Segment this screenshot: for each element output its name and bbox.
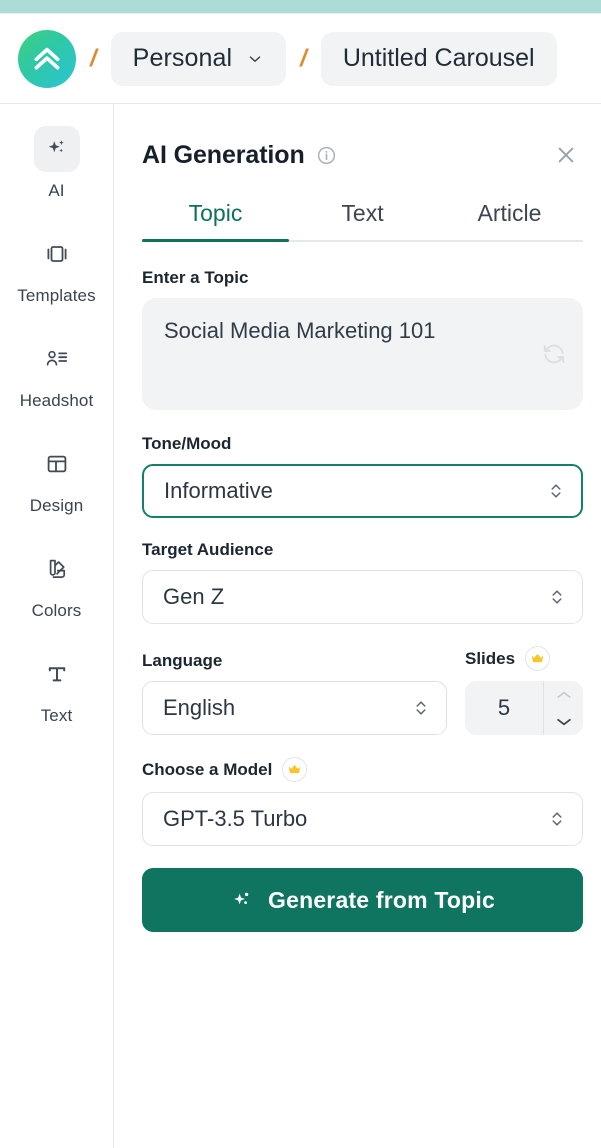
slides-field-label: Slides [465, 648, 516, 668]
close-icon[interactable] [549, 138, 583, 172]
tab-text[interactable]: Text [289, 200, 436, 240]
chevron-up-icon[interactable] [544, 681, 583, 708]
sidebar-item-text[interactable]: Text [0, 651, 113, 726]
tone-field-label: Tone/Mood [142, 434, 232, 453]
topic-input-value: Social Media Marketing 101 [164, 318, 436, 343]
sparkles-icon [230, 888, 254, 912]
sidebar-item-ai[interactable]: AI [0, 126, 113, 201]
header-bar: / Personal / Untitled Carousel [0, 14, 601, 104]
layout-dashboard-icon [34, 441, 80, 487]
model-select[interactable]: GPT-3.5 Turbo [142, 792, 583, 846]
refresh-icon[interactable] [541, 341, 567, 367]
layout-panels-icon [34, 231, 80, 277]
info-circle-icon[interactable] [316, 145, 337, 166]
sidebar-item-templates[interactable]: Templates [0, 231, 113, 306]
tab-label: Article [477, 200, 542, 226]
breadcrumb-workspace-chip[interactable]: Personal [110, 31, 287, 86]
left-tool-rail: AI Templates Headshot Design Colors Text [0, 104, 114, 1148]
audience-select[interactable]: Gen Z [142, 570, 583, 624]
language-slides-row: Language English Slides 5 [142, 646, 583, 735]
sidebar-item-colors[interactable]: Colors [0, 546, 113, 621]
language-field-label: Language [142, 651, 223, 670]
audience-group: Target Audience Gen Z [142, 540, 583, 624]
sparkles-icon [33, 126, 80, 172]
topic-field-label: Enter a Topic [142, 268, 249, 287]
chevron-up-down-icon [547, 480, 565, 502]
crown-icon [282, 757, 308, 782]
user-list-icon [34, 336, 80, 382]
tab-article[interactable]: Article [436, 200, 583, 240]
tab-label: Topic [188, 200, 243, 226]
tone-select-value: Informative [164, 478, 273, 503]
generate-button-label: Generate from Topic [267, 886, 496, 913]
generate-from-topic-button[interactable]: Generate from Topic [142, 868, 583, 932]
audience-select-value: Gen Z [163, 584, 225, 609]
tab-topic[interactable]: Topic [142, 200, 289, 242]
model-select-value: GPT-3.5 Turbo [163, 806, 308, 831]
sidebar-item-design[interactable]: Design [0, 441, 113, 516]
breadcrumb-workspace-label: Personal [132, 44, 233, 72]
tone-select[interactable]: Informative [142, 464, 583, 518]
breadcrumb-document-chip[interactable]: Untitled Carousel [320, 31, 557, 86]
double-chevron-up-logo-icon [34, 47, 60, 70]
top-accent-strip [0, 0, 601, 14]
text-t-icon [34, 651, 80, 697]
sidebar-item-label: AI [48, 181, 65, 200]
language-select-value: English [163, 695, 236, 720]
chevron-down-icon [246, 50, 264, 68]
app-logo[interactable] [18, 29, 76, 88]
breadcrumb-separator-2: / [300, 44, 307, 72]
sidebar-item-label: Headshot [19, 391, 94, 410]
sidebar-item-label: Colors [31, 601, 82, 620]
slides-stepper[interactable]: 5 [465, 681, 583, 735]
topic-input[interactable]: Social Media Marketing 101 [142, 298, 583, 410]
chevron-up-down-icon [548, 808, 566, 830]
slides-group: Slides 5 [465, 646, 583, 735]
tone-group: Tone/Mood Informative [142, 434, 583, 518]
chevron-up-down-icon [412, 697, 430, 719]
slides-field-label-wrap: Slides [465, 646, 583, 671]
page-title: AI Generation [142, 140, 305, 169]
tab-label: Text [341, 200, 384, 226]
model-group: Choose a Model GPT-3.5 Turbo [142, 757, 583, 846]
sidebar-item-label: Design [29, 496, 84, 515]
breadcrumb-separator-1: / [90, 44, 97, 72]
chevron-up-down-icon [548, 586, 566, 608]
sidebar-item-headshot[interactable]: Headshot [0, 336, 113, 411]
sidebar-item-label: Templates [17, 286, 96, 305]
body-container: AI Templates Headshot Design Colors Text… [0, 104, 601, 1148]
app-root: / Personal / Untitled Carousel AI Templa… [0, 0, 601, 1148]
ai-generation-panel: AI Generation Topic Text Article Enter a… [114, 104, 601, 1148]
chevron-down-icon[interactable] [544, 708, 583, 735]
crown-icon [525, 646, 551, 671]
language-select[interactable]: English [142, 681, 447, 735]
sidebar-item-label: Text [40, 706, 73, 725]
audience-field-label: Target Audience [142, 540, 274, 559]
slides-value: 5 [497, 695, 511, 720]
topic-generation-form: Enter a Topic Social Media Marketing 101… [142, 242, 583, 932]
language-group: Language English [142, 651, 447, 735]
panel-header: AI Generation [142, 104, 583, 172]
model-field-label: Choose a Model [142, 759, 273, 779]
breadcrumb-document-label: Untitled Carousel [342, 44, 535, 72]
model-field-label-wrap: Choose a Model [142, 757, 583, 782]
generation-mode-tabs: Topic Text Article [142, 200, 583, 242]
palette-icon [34, 546, 80, 592]
stepper-buttons [543, 681, 583, 735]
